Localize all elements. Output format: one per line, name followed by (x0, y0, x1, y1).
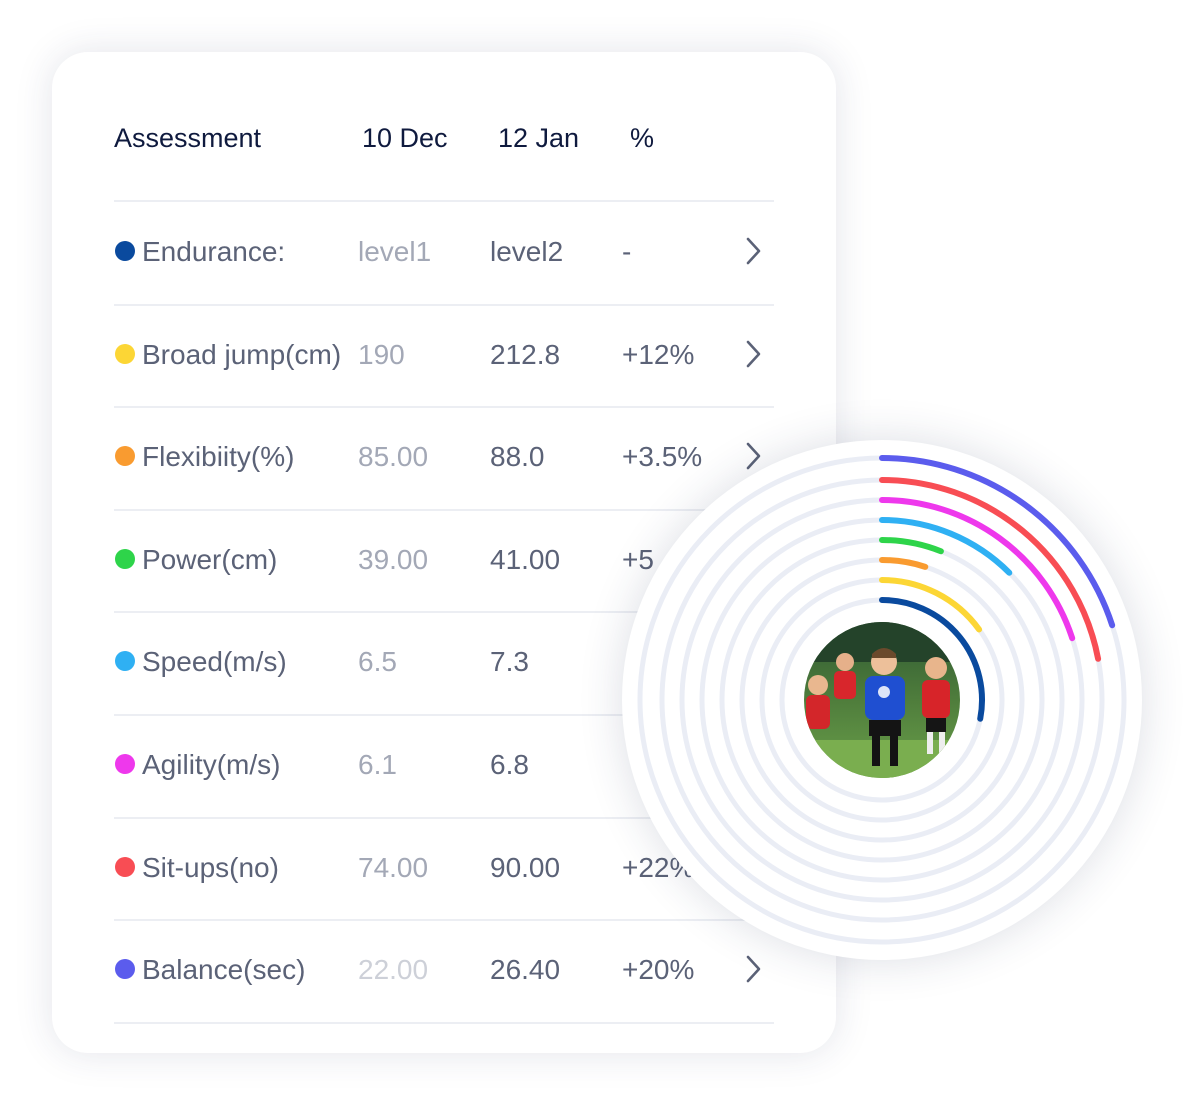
metric-color-dot (115, 343, 135, 364)
percent-change: +12% (622, 338, 695, 370)
row-divider (114, 1021, 774, 1024)
chevron-right-icon[interactable] (745, 235, 763, 267)
table-row[interactable]: Broad jump(cm) 190 212.8 +12% (52, 305, 836, 408)
value-date-2: 7.3 (490, 646, 529, 678)
value-date-1: level1 (358, 236, 432, 267)
value-date-1: 6.5 (358, 646, 397, 678)
value-date-2: 6.8 (490, 749, 529, 780)
progress-rings-widget (622, 440, 1142, 960)
metric-name: Sit-ups(no) (142, 851, 279, 883)
avatar-photo (804, 622, 960, 778)
value-date-1: 6.1 (358, 749, 397, 780)
value-date-1: 74.00 (358, 851, 429, 883)
value-date-2: level2 (490, 236, 564, 267)
value-date-2: 212.8 (490, 338, 561, 370)
metric-color-dot (115, 754, 135, 774)
header-assessment: Assessment (114, 123, 262, 153)
metric-color-dot (115, 959, 135, 980)
value-date-2: 41.00 (490, 543, 561, 575)
value-date-2: 90.00 (490, 851, 561, 883)
value-date-2: 26.40 (490, 954, 561, 986)
ring-arc (879, 517, 1013, 576)
metric-color-dot (115, 651, 135, 672)
metric-name: Power(cm) (142, 543, 278, 575)
ring-arc (879, 537, 944, 555)
value-date-2: 88.0 (490, 441, 545, 473)
value-date-1: 190 (358, 338, 405, 370)
metric-color-dot (115, 548, 135, 569)
metric-name: Broad jump(cm) (142, 338, 342, 370)
table-header: Assessment 10 Dec 12 Jan % (52, 52, 836, 202)
metric-name: Balance(sec) (142, 954, 306, 986)
ring-arc (879, 557, 929, 570)
table-row[interactable]: Endurance: level1 level2 - (52, 202, 836, 305)
metric-color-dot (115, 856, 135, 877)
metric-name: Flexibiity(%) (142, 441, 295, 473)
header-date-1: 10 Dec (362, 123, 448, 153)
progress-rings-chart (637, 455, 1127, 945)
value-date-1: 85.00 (358, 441, 429, 473)
percent-change: - (622, 236, 632, 267)
metric-name: Endurance: (142, 236, 286, 267)
header-percent: % (630, 123, 655, 153)
header-date-2: 12 Jan (498, 123, 580, 153)
metric-color-dot (115, 241, 135, 261)
metric-name: Speed(m/s) (142, 646, 287, 678)
metric-color-dot (115, 446, 135, 467)
metric-name: Agility(m/s) (142, 749, 281, 780)
value-date-1: 39.00 (358, 543, 429, 575)
value-date-1: 22.00 (358, 954, 429, 986)
chevron-right-icon[interactable] (745, 338, 763, 370)
